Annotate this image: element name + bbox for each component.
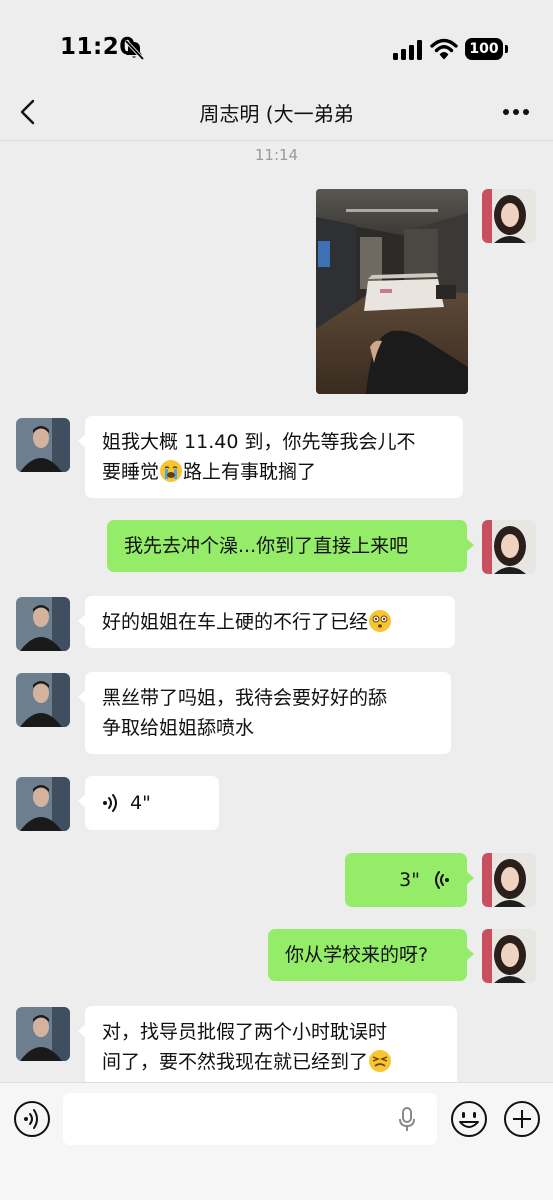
voice-wave-icon: [103, 794, 117, 812]
voice-duration: 3": [399, 869, 420, 891]
message-line: 黑丝带了吗姐，我待会要好好的舔: [102, 687, 388, 709]
more-options-icon[interactable]: [502, 108, 530, 116]
more-functions-plus-icon[interactable]: [503, 1100, 541, 1138]
outgoing-message[interactable]: 你从学校来的呀?: [268, 929, 474, 981]
cellular-signal-icon: [393, 40, 422, 60]
incoming-message[interactable]: 黑丝带了吗姐，我待会要好好的舔 争取给姐姐舔喷水: [78, 672, 451, 754]
voice-input-toggle-icon[interactable]: [13, 1100, 51, 1138]
my-avatar[interactable]: [482, 929, 536, 983]
persevering-face-emoji: [369, 1050, 392, 1072]
message-line: 对，找导员批假了两个小时耽误时: [102, 1021, 388, 1043]
message-text: 要睡觉: [102, 461, 160, 483]
message-line: 要睡觉 路上有事耽搁了: [102, 457, 446, 487]
incoming-message[interactable]: 对，找导员批假了两个小时耽误时 间了，要不然我现在就已经到了: [78, 1006, 457, 1082]
chat-screen: 11:20 100 周志明 (大一弟弟 11:14 姐我大概 11.40 到，你…: [0, 0, 553, 1200]
battery-indicator: 100: [465, 38, 509, 62]
navigation-bar: 周志明 (大一弟弟: [0, 82, 553, 141]
battery-cap: [505, 45, 508, 53]
message-text: 间了，要不然我现在就已经到了: [102, 1051, 369, 1073]
status-bar: 11:20 100: [0, 0, 553, 90]
input-toolbar: [0, 1082, 553, 1200]
message-timestamp: 11:14: [254, 146, 299, 164]
crying-face-emoji: [160, 460, 183, 482]
incoming-voice-message[interactable]: 4": [78, 776, 219, 830]
my-avatar[interactable]: [482, 189, 536, 243]
contact-avatar[interactable]: [16, 1007, 70, 1061]
sent-photo[interactable]: [316, 189, 468, 394]
bell-muted-icon: [124, 40, 145, 60]
outgoing-message[interactable]: 我先去冲个澡...你到了直接上来吧: [107, 520, 474, 572]
message-input[interactable]: [63, 1093, 437, 1145]
message-line: 争取给姐姐舔喷水: [102, 717, 255, 739]
incoming-message[interactable]: 好的姐姐在车上硬的不行了已经: [78, 596, 455, 648]
contact-avatar[interactable]: [16, 673, 70, 727]
contact-avatar[interactable]: [16, 777, 70, 831]
message-list[interactable]: 11:14 姐我大概 11.40 到，你先等我会儿不 要睡觉 路上有事耽搁了 我…: [0, 141, 553, 1082]
contact-avatar[interactable]: [16, 418, 70, 472]
wifi-icon: [430, 38, 458, 60]
contact-avatar[interactable]: [16, 597, 70, 651]
message-text: 好的姐姐在车上硬的不行了已经: [102, 611, 369, 633]
voice-duration: 4": [130, 792, 151, 814]
chat-title: 周志明 (大一弟弟: [199, 102, 354, 126]
emoji-picker-icon[interactable]: [450, 1100, 488, 1138]
message-line: 姐我大概 11.40 到，你先等我会儿不: [102, 431, 416, 453]
message-line: 间了，要不然我现在就已经到了: [102, 1047, 440, 1077]
dizzy-face-emoji: [369, 610, 392, 632]
message-text: 路上有事耽搁了: [183, 461, 317, 483]
outgoing-voice-message[interactable]: 3": [345, 853, 474, 907]
incoming-message[interactable]: 姐我大概 11.40 到，你先等我会儿不 要睡觉 路上有事耽搁了: [78, 416, 463, 498]
microphone-icon[interactable]: [398, 1107, 416, 1133]
voice-wave-icon: [435, 871, 449, 889]
my-avatar[interactable]: [482, 520, 536, 574]
battery-level-text: 100: [465, 38, 503, 60]
my-avatar[interactable]: [482, 853, 536, 907]
